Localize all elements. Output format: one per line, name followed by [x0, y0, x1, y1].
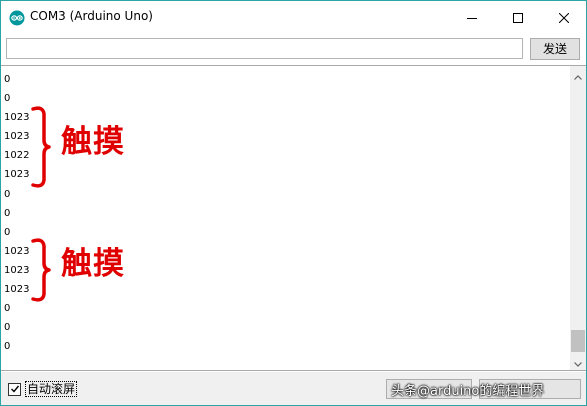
chevron-up-icon: [574, 65, 582, 84]
annotation-bracket: [31, 106, 51, 188]
chevron-down-icon: [574, 352, 582, 371]
window-title: COM3 (Arduino Uno): [30, 9, 153, 23]
serial-monitor-window: COM3 (Arduino Uno) 发送 0 0 1023 1023 1022: [0, 0, 587, 406]
scroll-down-button[interactable]: [570, 353, 586, 370]
maximize-button[interactable]: [495, 1, 541, 33]
close-button[interactable]: [541, 1, 587, 33]
minimize-icon: [467, 8, 477, 27]
autoscroll-checkbox[interactable]: [8, 382, 21, 396]
output-line: 0: [4, 207, 11, 219]
serial-output[interactable]: 0 0 1023 1023 1022 1023 0 0 0 1023 1023 …: [1, 65, 586, 371]
output-lines: 0 0 1023 1023 1022 1023 0 0 0 1023 1023 …: [4, 70, 564, 356]
annotation-bracket: [31, 238, 51, 302]
scroll-up-button[interactable]: [570, 66, 586, 83]
autoscroll-label: 自动滚屏: [25, 381, 78, 397]
output-line: 0: [4, 341, 11, 353]
vertical-scrollbar[interactable]: [570, 66, 586, 370]
status-bar: 自动滚屏 头条@arduino的编程世界: [1, 372, 586, 405]
output-line: 1023: [4, 169, 30, 181]
annotation-label: 触摸: [61, 246, 125, 282]
output-line: 0: [4, 303, 11, 315]
watermark: 头条@arduino的编程世界: [391, 384, 545, 399]
output-line: 0: [4, 322, 11, 334]
send-button[interactable]: 发送: [530, 38, 580, 60]
scroll-thumb[interactable]: [571, 330, 585, 352]
checkmark-icon: [10, 385, 19, 393]
autoscroll-toggle[interactable]: 自动滚屏: [8, 381, 78, 397]
output-line: 0: [4, 188, 11, 200]
annotation-label: 触摸: [61, 124, 125, 160]
output-line: 0: [4, 74, 11, 85]
close-icon: [558, 8, 570, 27]
maximize-icon: [513, 8, 523, 27]
title-bar[interactable]: COM3 (Arduino Uno): [1, 1, 586, 33]
output-line: 0: [4, 93, 11, 105]
send-input[interactable]: [6, 38, 523, 59]
arduino-logo-icon: [9, 10, 25, 26]
minimize-button[interactable]: [449, 1, 495, 33]
